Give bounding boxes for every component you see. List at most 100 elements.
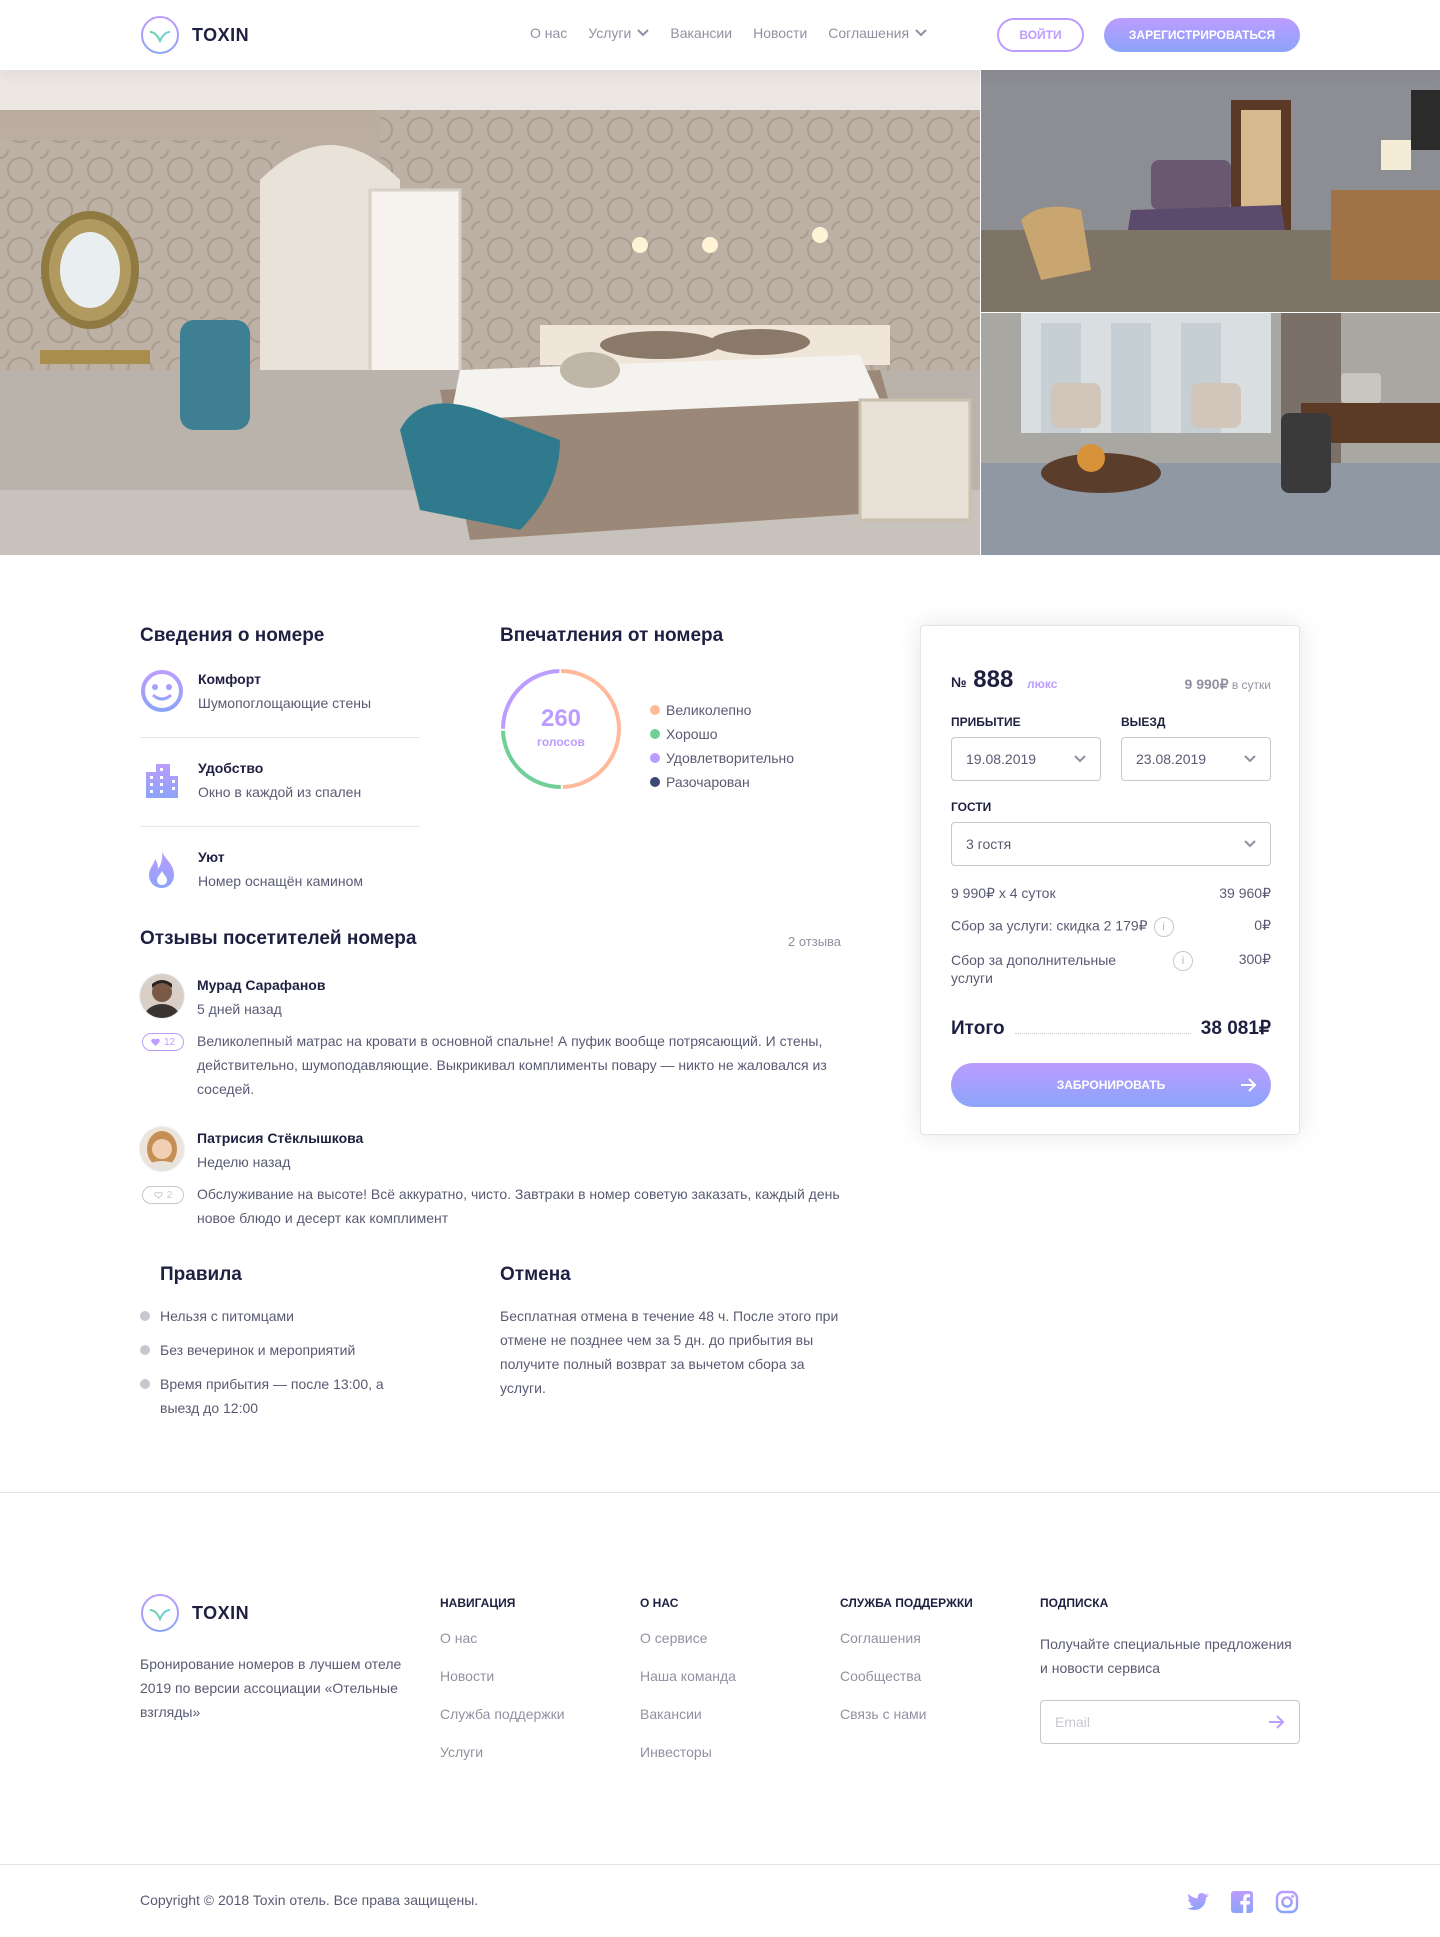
feature-title: Удобство xyxy=(198,760,264,776)
footer-top-divider xyxy=(0,1492,1440,1493)
legend-item: Разочарован xyxy=(650,770,794,794)
footer-column-navigation: НАВИГАЦИЯ О нас Новости Служба поддержки… xyxy=(440,1596,565,1782)
avatar xyxy=(140,1127,184,1171)
booking-card: № 888 люкс 9 990₽ в сутки ПРИБЫТИЕ 19.08… xyxy=(920,625,1300,1135)
info-icon[interactable]: i xyxy=(1153,917,1174,937)
footer-link[interactable]: Новости xyxy=(440,1668,565,1706)
votes-count: 260 xyxy=(540,705,582,732)
legend-dot xyxy=(650,705,660,715)
book-button[interactable]: ЗАБРОНИРОВАТЬ xyxy=(951,1063,1271,1107)
feature-desc: Шумопоглощающие стены xyxy=(198,695,372,711)
votes-label: голосов xyxy=(537,735,585,749)
guests-label: ГОСТИ xyxy=(951,800,992,814)
room-photo-living[interactable] xyxy=(981,313,1440,555)
total-row: Итого 38 081₽ xyxy=(951,1017,1271,1040)
nav-item-agreements[interactable]: Соглашения xyxy=(828,25,927,41)
room-photo-bedroom[interactable] xyxy=(981,70,1440,312)
total-value: 38 081₽ xyxy=(1200,1018,1271,1039)
footer-link[interactable]: Вакансии xyxy=(640,1706,736,1744)
site-header: TOXIN О нас Услуги Вакансии Новости Согл… xyxy=(0,0,1440,70)
twitter-icon[interactable] xyxy=(1186,1890,1210,1914)
price-value: 9 990₽ xyxy=(1184,676,1229,692)
main-nav: О нас Услуги Вакансии Новости Соглашения xyxy=(530,25,948,41)
feature-desc: Номер оснащён камином xyxy=(198,873,364,889)
footer-logo[interactable]: TOXIN xyxy=(140,1593,249,1633)
footer-link[interactable]: Соглашения xyxy=(840,1630,973,1668)
facebook-icon[interactable] xyxy=(1230,1890,1254,1914)
footer-column-subscribe: ПОДПИСКА xyxy=(1040,1596,1108,1630)
nav-item-label: Услуги xyxy=(588,25,632,41)
copyright: Copyright © 2018 Toxin отель. Все права … xyxy=(140,1892,479,1908)
legend-dot xyxy=(650,753,660,763)
legend-label: Хорошо xyxy=(666,726,718,742)
reviews-count: 2 отзыва xyxy=(788,934,842,949)
nav-item-news[interactable]: Новости xyxy=(753,25,807,41)
nav-item-about[interactable]: О нас xyxy=(530,25,567,41)
service-fee-value: 0₽ xyxy=(1254,917,1271,933)
legend-label: Великолепно xyxy=(666,702,752,718)
feature-comfort: Комфорт Шумопоглощающие стены xyxy=(140,669,420,719)
room-number-value: 888 xyxy=(973,666,1014,693)
like-button[interactable]: 12 xyxy=(142,1033,184,1051)
heart-icon xyxy=(151,1038,160,1046)
guests-dropdown[interactable]: 3 гостя xyxy=(951,822,1271,866)
legend-dot xyxy=(650,729,660,739)
footer-link[interactable]: О сервисе xyxy=(640,1630,736,1668)
guests-value: 3 гостя xyxy=(966,836,1012,852)
cancel-text: Бесплатная отмена в течение 48 ч. После … xyxy=(500,1308,839,1396)
footer-link[interactable]: О нас xyxy=(440,1630,565,1668)
divider xyxy=(140,737,420,738)
legend-item: Удовлетворительно xyxy=(650,746,794,770)
footer-link[interactable]: Наша команда xyxy=(640,1668,736,1706)
footer-link[interactable]: Сообщества xyxy=(840,1668,973,1706)
logo-text: TOXIN xyxy=(192,1602,250,1623)
dotted-leader xyxy=(1014,1033,1191,1034)
arrival-label: ПРИБЫТИЕ xyxy=(951,715,1021,729)
feature-title: Комфорт xyxy=(198,671,261,687)
arrival-date-field[interactable]: 19.08.2019 xyxy=(951,737,1101,781)
total-label: Итого xyxy=(951,1018,1005,1039)
nav-item-label: О нас xyxy=(530,25,568,41)
rule-item: Без вечеринок и мероприятий xyxy=(140,1338,420,1362)
logo-icon xyxy=(141,1594,179,1632)
chevron-down-icon xyxy=(1244,755,1256,763)
instagram-icon[interactable] xyxy=(1275,1890,1299,1914)
book-button-label: ЗАБРОНИРОВАТЬ xyxy=(1056,1078,1166,1092)
footer-link[interactable]: Инвесторы xyxy=(640,1744,736,1782)
arrival-date-value: 19.08.2019 xyxy=(966,751,1037,767)
login-button[interactable]: ВОЙТИ xyxy=(997,18,1084,52)
footer-column-about: О НАС О сервисе Наша команда Вакансии Ин… xyxy=(640,1596,736,1782)
feature-convenience: Удобство Окно в каждой из спален xyxy=(140,758,420,808)
arrow-right-icon[interactable] xyxy=(1267,1713,1285,1731)
review-author: Патрисия Стёклышкова xyxy=(197,1130,364,1146)
footer-column-title: НАВИГАЦИЯ xyxy=(440,1596,516,1610)
register-button[interactable]: ЗАРЕГИСТРИРОВАТЬСЯ xyxy=(1104,18,1300,52)
info-icon[interactable]: i xyxy=(1173,951,1193,971)
footer-link[interactable]: Услуги xyxy=(440,1744,565,1782)
arrow-right-icon xyxy=(1241,1078,1257,1092)
footer-link[interactable]: Служба поддержки xyxy=(440,1706,565,1744)
review-text: Великолепный матрас на кровати в основно… xyxy=(197,1033,827,1097)
reviews-title: Отзывы посетителей номера xyxy=(140,928,417,949)
nav-item-label: Новости xyxy=(753,25,808,41)
like-count: 2 xyxy=(166,1189,173,1201)
price-calc-value: 39 960₽ xyxy=(1219,885,1271,901)
email-placeholder: Email xyxy=(1055,1714,1091,1730)
impressions-title: Впечатления от номера xyxy=(500,625,724,646)
nav-item-services[interactable]: Услуги xyxy=(588,25,650,41)
departure-date-field[interactable]: 23.08.2019 xyxy=(1121,737,1271,781)
room-photo-main[interactable] xyxy=(0,70,980,555)
logo-text: TOXIN xyxy=(192,24,250,45)
like-button[interactable]: 2 xyxy=(142,1186,184,1204)
rule-item: Нельзя с питомцами xyxy=(140,1304,420,1328)
extra-fee-label: Сбор за дополнительные услуги xyxy=(951,952,1117,986)
email-subscribe-field[interactable]: Email xyxy=(1040,1700,1300,1744)
chevron-down-icon xyxy=(1074,755,1086,763)
heart-outline-icon xyxy=(154,1191,163,1199)
footer-column-support: СЛУЖБА ПОДДЕРЖКИ Соглашения Сообщества С… xyxy=(840,1596,973,1744)
nav-item-vacancies[interactable]: Вакансии xyxy=(670,25,732,41)
logo[interactable]: TOXIN xyxy=(140,15,249,55)
review-date: 5 дней назад xyxy=(197,1001,282,1017)
footer-link[interactable]: Связь с нами xyxy=(840,1706,973,1744)
price-calc-label: 9 990₽ х 4 суток xyxy=(951,885,1056,901)
